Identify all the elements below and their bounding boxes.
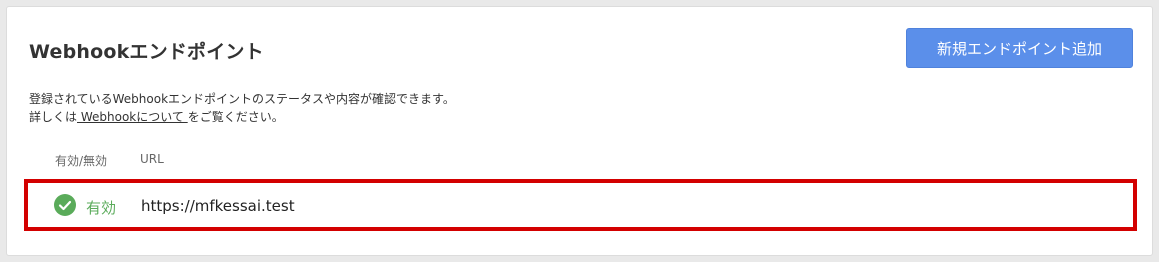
column-header-url: URL (140, 152, 164, 166)
page-title: Webhookエンドポイント (29, 41, 264, 63)
webhook-help-link[interactable]: Webhookについて (77, 110, 188, 124)
endpoint-url: https://mfkessai.test (141, 197, 295, 215)
webhook-card: Webhookエンドポイント 新規エンドポイント追加 登録されているWebhoo… (6, 6, 1153, 256)
description-prefix: 詳しくは (29, 110, 78, 124)
description-line-2: 詳しくは Webhookについて をご覧ください。 (29, 108, 455, 126)
status-label: 有効 (86, 199, 117, 217)
table-row[interactable]: 有効 https://mfkessai.test (24, 179, 1137, 231)
check-circle-icon (54, 194, 76, 216)
description-line-1: 登録されているWebhookエンドポイントのステータスや内容が確認できます。 (29, 92, 455, 106)
description-suffix: をご覧ください。 (187, 110, 284, 124)
column-header-status: 有効/無効 (55, 154, 108, 168)
add-endpoint-button[interactable]: 新規エンドポイント追加 (906, 28, 1133, 68)
description: 登録されているWebhookエンドポイントのステータスや内容が確認できます。 詳… (29, 90, 455, 126)
